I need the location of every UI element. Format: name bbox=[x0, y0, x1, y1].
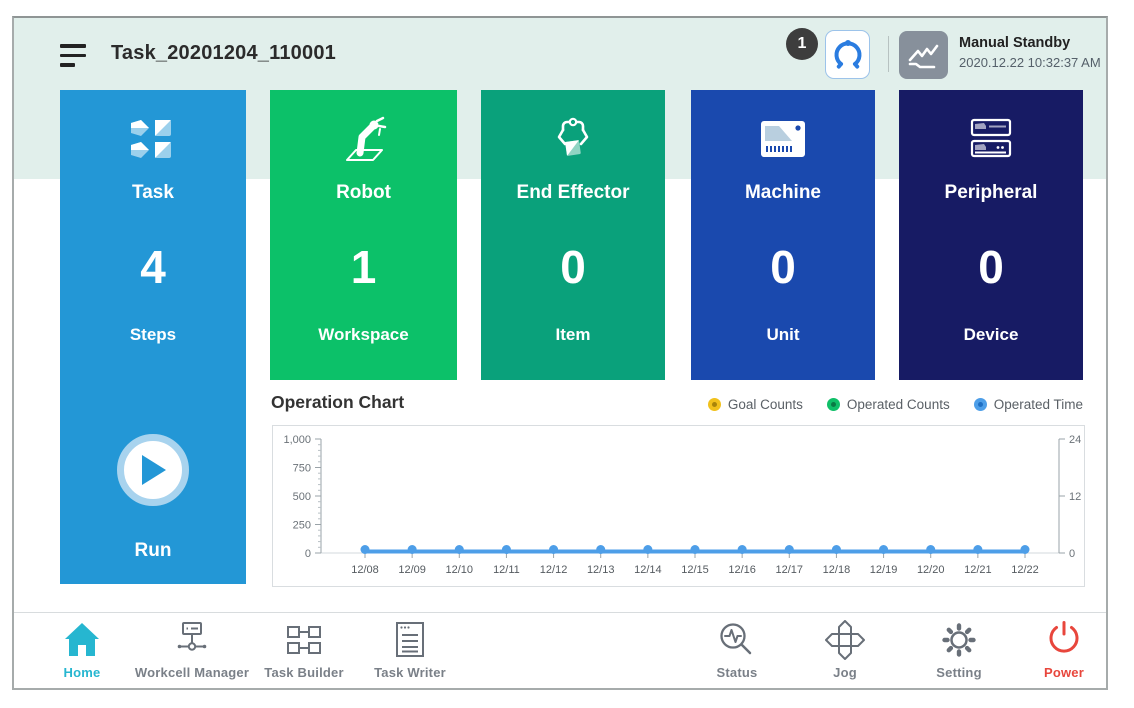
svg-text:12/17: 12/17 bbox=[776, 564, 804, 576]
card-task-unit: Steps bbox=[60, 325, 246, 345]
svg-text:1,000: 1,000 bbox=[283, 434, 311, 446]
nav-workcell-manager[interactable]: Workcell Manager bbox=[127, 620, 257, 680]
play-icon bbox=[117, 434, 189, 506]
manual-mode-button[interactable] bbox=[899, 31, 948, 79]
page-title: Task_20201204_110001 bbox=[111, 42, 336, 65]
card-peripheral-value: 0 bbox=[899, 240, 1083, 294]
menu-icon[interactable] bbox=[60, 44, 86, 68]
end-effector-icon bbox=[481, 114, 665, 164]
card-task-label: Task bbox=[60, 182, 246, 204]
svg-text:12/08: 12/08 bbox=[351, 564, 379, 576]
operated-counts-dot-icon bbox=[827, 398, 840, 411]
svg-text:12: 12 bbox=[1069, 491, 1081, 503]
card-end-effector-label: End Effector bbox=[481, 182, 665, 204]
header-divider bbox=[888, 36, 889, 72]
jog-icon bbox=[825, 620, 865, 660]
nav-power[interactable]: Power bbox=[999, 620, 1108, 680]
run-button[interactable]: Run bbox=[60, 434, 246, 562]
status-timestamp: 2020.12.22 10:32:37 AM bbox=[959, 55, 1101, 70]
card-machine-value: 0 bbox=[691, 240, 875, 294]
peripheral-icon bbox=[899, 114, 1083, 164]
card-machine-unit: Unit bbox=[691, 325, 875, 345]
svg-text:12/14: 12/14 bbox=[634, 564, 662, 576]
task-icon bbox=[60, 114, 246, 164]
card-task[interactable]: Task 4 Steps Run bbox=[60, 90, 246, 584]
operation-chart: 0 250 500 750 1,000 0 12 24 12/08 12/09 12/10 12/11… bbox=[272, 425, 1085, 587]
operated-time-dot-icon bbox=[974, 398, 987, 411]
hand-icon bbox=[907, 40, 941, 70]
svg-text:12/12: 12/12 bbox=[540, 564, 568, 576]
legend-goal-counts: Goal Counts bbox=[708, 397, 803, 412]
svg-text:0: 0 bbox=[305, 548, 311, 560]
nav-task-writer[interactable]: Task Writer bbox=[345, 620, 475, 680]
legend-operated-counts: Operated Counts bbox=[827, 397, 950, 412]
machine-icon bbox=[691, 114, 875, 164]
svg-text:500: 500 bbox=[293, 491, 311, 503]
power-icon bbox=[1044, 620, 1084, 660]
home-icon bbox=[62, 620, 102, 660]
svg-text:12/20: 12/20 bbox=[917, 564, 945, 576]
legend-operated-time: Operated Time bbox=[974, 397, 1083, 412]
svg-text:0: 0 bbox=[1069, 548, 1075, 560]
status-icon bbox=[717, 620, 757, 660]
card-machine[interactable]: Machine 0 Unit bbox=[691, 90, 875, 380]
card-end-effector[interactable]: End Effector 0 Item bbox=[481, 90, 665, 380]
notification-badge[interactable]: 1 bbox=[786, 28, 818, 60]
task-builder-icon bbox=[284, 620, 324, 660]
svg-text:12/16: 12/16 bbox=[728, 564, 756, 576]
app-window: Task_20201204_110001 1 Manual Standby 20… bbox=[12, 16, 1108, 690]
setting-icon bbox=[939, 620, 979, 660]
card-end-effector-value: 0 bbox=[481, 240, 665, 294]
svg-text:12/15: 12/15 bbox=[681, 564, 709, 576]
svg-text:250: 250 bbox=[293, 520, 311, 532]
chart-legend: Goal Counts Operated Counts Operated Tim… bbox=[708, 397, 1083, 412]
robot-mode-status: Manual Standby bbox=[959, 35, 1070, 51]
card-peripheral-unit: Device bbox=[899, 325, 1083, 345]
card-peripheral-label: Peripheral bbox=[899, 182, 1083, 204]
nav-jog[interactable]: Jog bbox=[780, 620, 910, 680]
robot-arm-icon bbox=[270, 114, 457, 164]
card-end-effector-unit: Item bbox=[481, 325, 665, 345]
card-robot-unit: Workspace bbox=[270, 325, 457, 345]
card-machine-label: Machine bbox=[691, 182, 875, 204]
svg-text:24: 24 bbox=[1069, 434, 1081, 446]
svg-text:12/10: 12/10 bbox=[446, 564, 474, 576]
card-peripheral[interactable]: Peripheral 0 Device bbox=[899, 90, 1083, 380]
task-writer-icon bbox=[390, 620, 430, 660]
svg-text:750: 750 bbox=[293, 463, 311, 475]
svg-text:12/18: 12/18 bbox=[823, 564, 851, 576]
workcell-manager-icon bbox=[172, 620, 212, 660]
svg-text:12/22: 12/22 bbox=[1011, 564, 1039, 576]
svg-text:12/21: 12/21 bbox=[964, 564, 992, 576]
nav-divider bbox=[14, 612, 1106, 613]
gripper-icon bbox=[832, 37, 864, 73]
run-button-label: Run bbox=[60, 540, 246, 562]
svg-text:12/13: 12/13 bbox=[587, 564, 615, 576]
svg-text:12/09: 12/09 bbox=[398, 564, 426, 576]
goal-counts-dot-icon bbox=[708, 398, 721, 411]
card-robot-value: 1 bbox=[270, 240, 457, 294]
operation-chart-title: Operation Chart bbox=[271, 392, 404, 413]
svg-text:12/19: 12/19 bbox=[870, 564, 898, 576]
gripper-tool-button[interactable] bbox=[825, 30, 870, 79]
card-robot-label: Robot bbox=[270, 182, 457, 204]
card-robot[interactable]: Robot 1 Workspace bbox=[270, 90, 457, 380]
card-task-value: 4 bbox=[60, 240, 246, 294]
svg-text:12/11: 12/11 bbox=[493, 564, 520, 576]
